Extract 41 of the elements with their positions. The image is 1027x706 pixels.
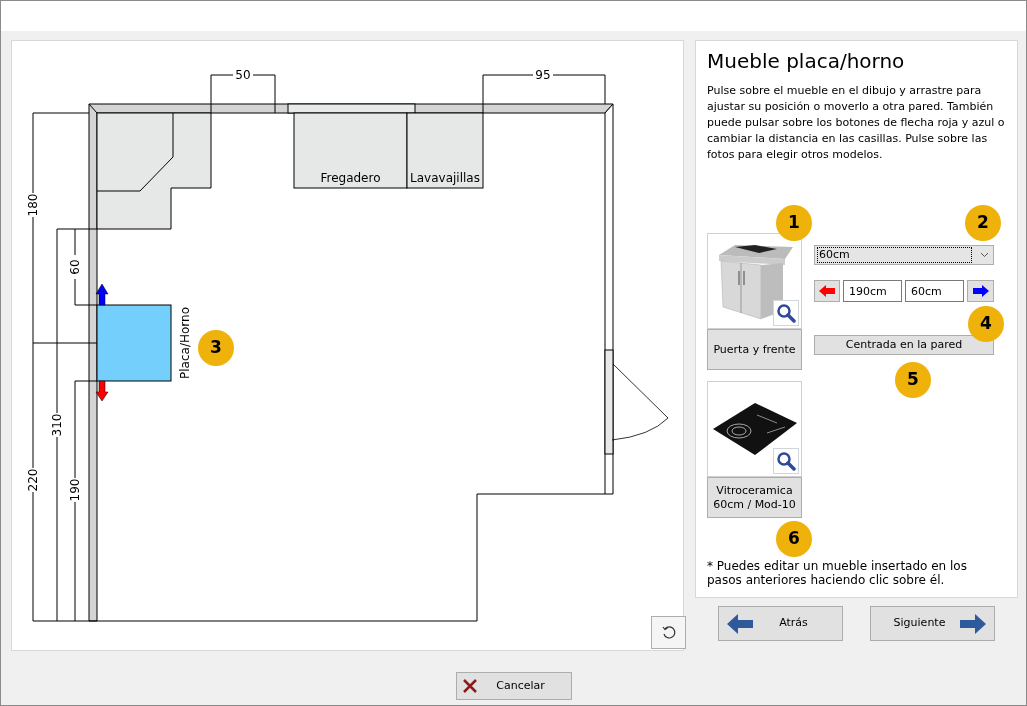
dimension-label: 60 [68, 259, 82, 275]
dimension-label: 190 [68, 478, 82, 502]
down-arrow-icon[interactable] [95, 380, 109, 402]
center-on-wall-button[interactable]: Centrada en la pared [814, 335, 994, 355]
left-arrow-icon [819, 285, 835, 297]
move-right-button[interactable] [967, 280, 994, 302]
cabinet-label: Lavavajillas [410, 171, 480, 185]
cabinet-block[interactable] [406, 112, 484, 189]
left-arrow-icon [727, 613, 753, 634]
model-photo[interactable] [707, 381, 802, 477]
note-text: * Puedes editar un mueble insertado en los pasos anteriores haciendo clic sobre él. [707, 559, 968, 587]
dimension-label: 310 [50, 413, 64, 437]
zoom-icon[interactable] [773, 300, 799, 326]
cabinet-label: Fregadero [320, 171, 381, 185]
reset-view-button[interactable] [651, 616, 686, 649]
dimension-label: 95 [535, 68, 551, 82]
move-left-button[interactable] [814, 280, 840, 302]
right-arrow-icon [972, 285, 989, 297]
chevron-down-icon [980, 252, 989, 258]
cabinet-block[interactable] [293, 112, 408, 189]
model-photo[interactable] [707, 233, 802, 329]
right-arrow-icon [960, 613, 986, 634]
model-button[interactable]: Puerta y frente [707, 329, 802, 370]
dimension-label: 50 [235, 68, 251, 82]
distance-field[interactable]: 190cm [843, 280, 902, 302]
close-icon [462, 679, 477, 693]
back-button[interactable]: Atrás [718, 606, 843, 641]
up-arrow-icon[interactable] [95, 283, 109, 306]
cancel-button[interactable]: Cancelar [455, 672, 572, 700]
panel-title: Mueble placa/horno [707, 48, 906, 75]
selected-cabinet[interactable] [96, 304, 172, 382]
next-button[interactable]: Siguiente [870, 606, 995, 641]
dimension-label: 220 [26, 468, 40, 492]
dimension-label: 180 [26, 193, 40, 217]
zoom-icon[interactable] [773, 448, 799, 474]
distance-field[interactable]: 60cm [905, 280, 964, 302]
instructions-text: Pulse sobre el mueble en el dibujo y arrastre para ajustar su posición o moverlo a otra pared. También puede pulsar sobre los botones de flecha roja y azul o cambiar la distancia en las casillas. Pulse sobre las fotos para elegir otros modelos. [707, 83, 1006, 163]
cabinet-label: Placa/Horno [178, 307, 192, 379]
width-dropdown[interactable]: 60cm [814, 245, 994, 265]
rotate-icon [660, 624, 677, 641]
model-button[interactable]: Vitroceramica 60cm / Mod-10 [707, 477, 802, 518]
